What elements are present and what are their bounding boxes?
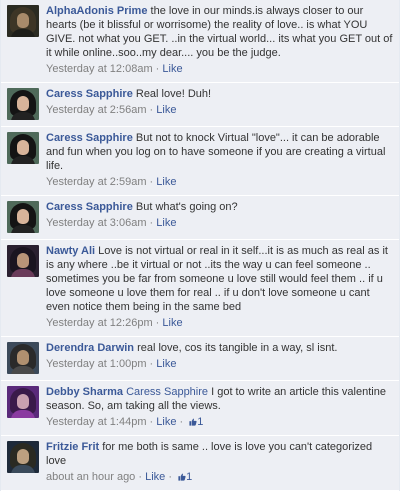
like-link[interactable]: Like [162,317,182,329]
separator: · [146,217,157,229]
comment-meta: Yesterday at 12:26pm · Like [46,316,393,330]
comment-content: Derendra Darwin real love, cos its tangi… [46,341,393,371]
author-name[interactable]: Debby Sharma [46,386,126,398]
comment: Caress Sapphire Real love! Duh! Yesterda… [1,83,399,127]
comment-meta: Yesterday at 3:06am · Like [46,216,393,230]
timestamp[interactable]: Yesterday at 2:59am [46,176,147,188]
author-name[interactable]: Caress Sapphire [46,132,136,144]
separator: · [176,416,187,428]
comment-text: Real love! Duh! [135,88,212,100]
author-name[interactable]: Derendra Darwin [46,342,137,354]
like-link[interactable]: Like [156,416,176,428]
timestamp[interactable]: Yesterday at 3:06am [46,217,147,229]
mention-link[interactable]: Caress Sapphire [126,386,211,398]
avatar[interactable] [7,5,39,37]
comment: Caress Sapphire But what's going on? Yes… [1,196,399,240]
like-count-group[interactable]: · 1 [165,471,192,483]
comment-meta: Yesterday at 2:59am · Like [46,175,393,189]
comment-content: Nawty Ali Love is not virtual or real in… [46,244,393,330]
comment-content: Debby Sharma Caress Sapphire I got to wr… [46,385,393,429]
like-link[interactable]: Like [156,176,176,188]
comment-content: AlphaAdonis Prime the love in our minds.… [46,4,393,76]
like-count: 1 [197,416,204,428]
comment-content: Caress Sapphire Real love! Duh! Yesterda… [46,87,393,117]
comment-meta: Yesterday at 12:08am · Like [46,62,393,76]
comment-text: But what's going on? [135,201,238,213]
timestamp[interactable]: Yesterday at 12:08am [46,63,153,75]
timestamp[interactable]: Yesterday at 12:26pm [46,317,153,329]
author-name[interactable]: Caress Sapphire [46,88,136,100]
separator: · [152,63,163,75]
comment: Fritzie Frit for me both is same .. love… [1,436,399,491]
author-name[interactable]: AlphaAdonis Prime [46,5,151,17]
timestamp[interactable]: Yesterday at 1:44pm [46,416,147,428]
avatar[interactable] [7,386,39,418]
author-name[interactable]: Fritzie Frit [46,441,102,453]
avatar[interactable] [7,342,39,374]
avatar[interactable] [7,201,39,233]
comment-text: real love, cos its tangible in a way, sl… [137,342,338,354]
comment-meta: Yesterday at 2:56am · Like [46,103,393,117]
like-link[interactable]: Like [156,217,176,229]
comment-text: Love is not virtual or real in it self..… [46,245,388,313]
separator: · [146,416,157,428]
like-count-group[interactable]: · 1 [176,416,204,428]
like-link[interactable]: Like [162,63,182,75]
separator: · [165,471,176,483]
comment: AlphaAdonis Prime the love in our minds.… [1,0,399,83]
comment-content: Caress Sapphire But not to knock Virtual… [46,131,393,189]
comment-thread: AlphaAdonis Prime the love in our minds.… [0,0,400,491]
avatar[interactable] [7,132,39,164]
timestamp[interactable]: Yesterday at 2:56am [46,104,147,116]
timestamp[interactable]: Yesterday at 1:00pm [46,358,147,370]
separator: · [146,104,157,116]
separator: · [152,317,163,329]
comment: Derendra Darwin real love, cos its tangi… [1,337,399,381]
comment: Caress Sapphire But not to knock Virtual… [1,127,399,196]
timestamp[interactable]: about an hour ago [46,471,135,483]
comment: Nawty Ali Love is not virtual or real in… [1,240,399,337]
author-name[interactable]: Caress Sapphire [46,201,136,213]
avatar[interactable] [7,245,39,277]
comment-content: Caress Sapphire But what's going on? Yes… [46,200,393,230]
comment-content: Fritzie Frit for me both is same .. love… [46,440,393,484]
comment-meta: Yesterday at 1:44pm · Like · 1 [46,415,393,429]
author-name[interactable]: Nawty Ali [46,245,98,257]
comment: Debby Sharma Caress Sapphire I got to wr… [1,381,399,436]
separator: · [135,471,146,483]
avatar[interactable] [7,441,39,473]
avatar[interactable] [7,88,39,120]
separator: · [146,176,157,188]
separator: · [146,358,157,370]
like-link[interactable]: Like [145,471,165,483]
comment-meta: about an hour ago · Like · 1 [46,470,393,484]
comment-meta: Yesterday at 1:00pm · Like [46,357,393,371]
like-link[interactable]: Like [156,358,176,370]
like-count: 1 [186,471,193,483]
thumbs-up-icon [178,473,186,481]
like-link[interactable]: Like [156,104,176,116]
